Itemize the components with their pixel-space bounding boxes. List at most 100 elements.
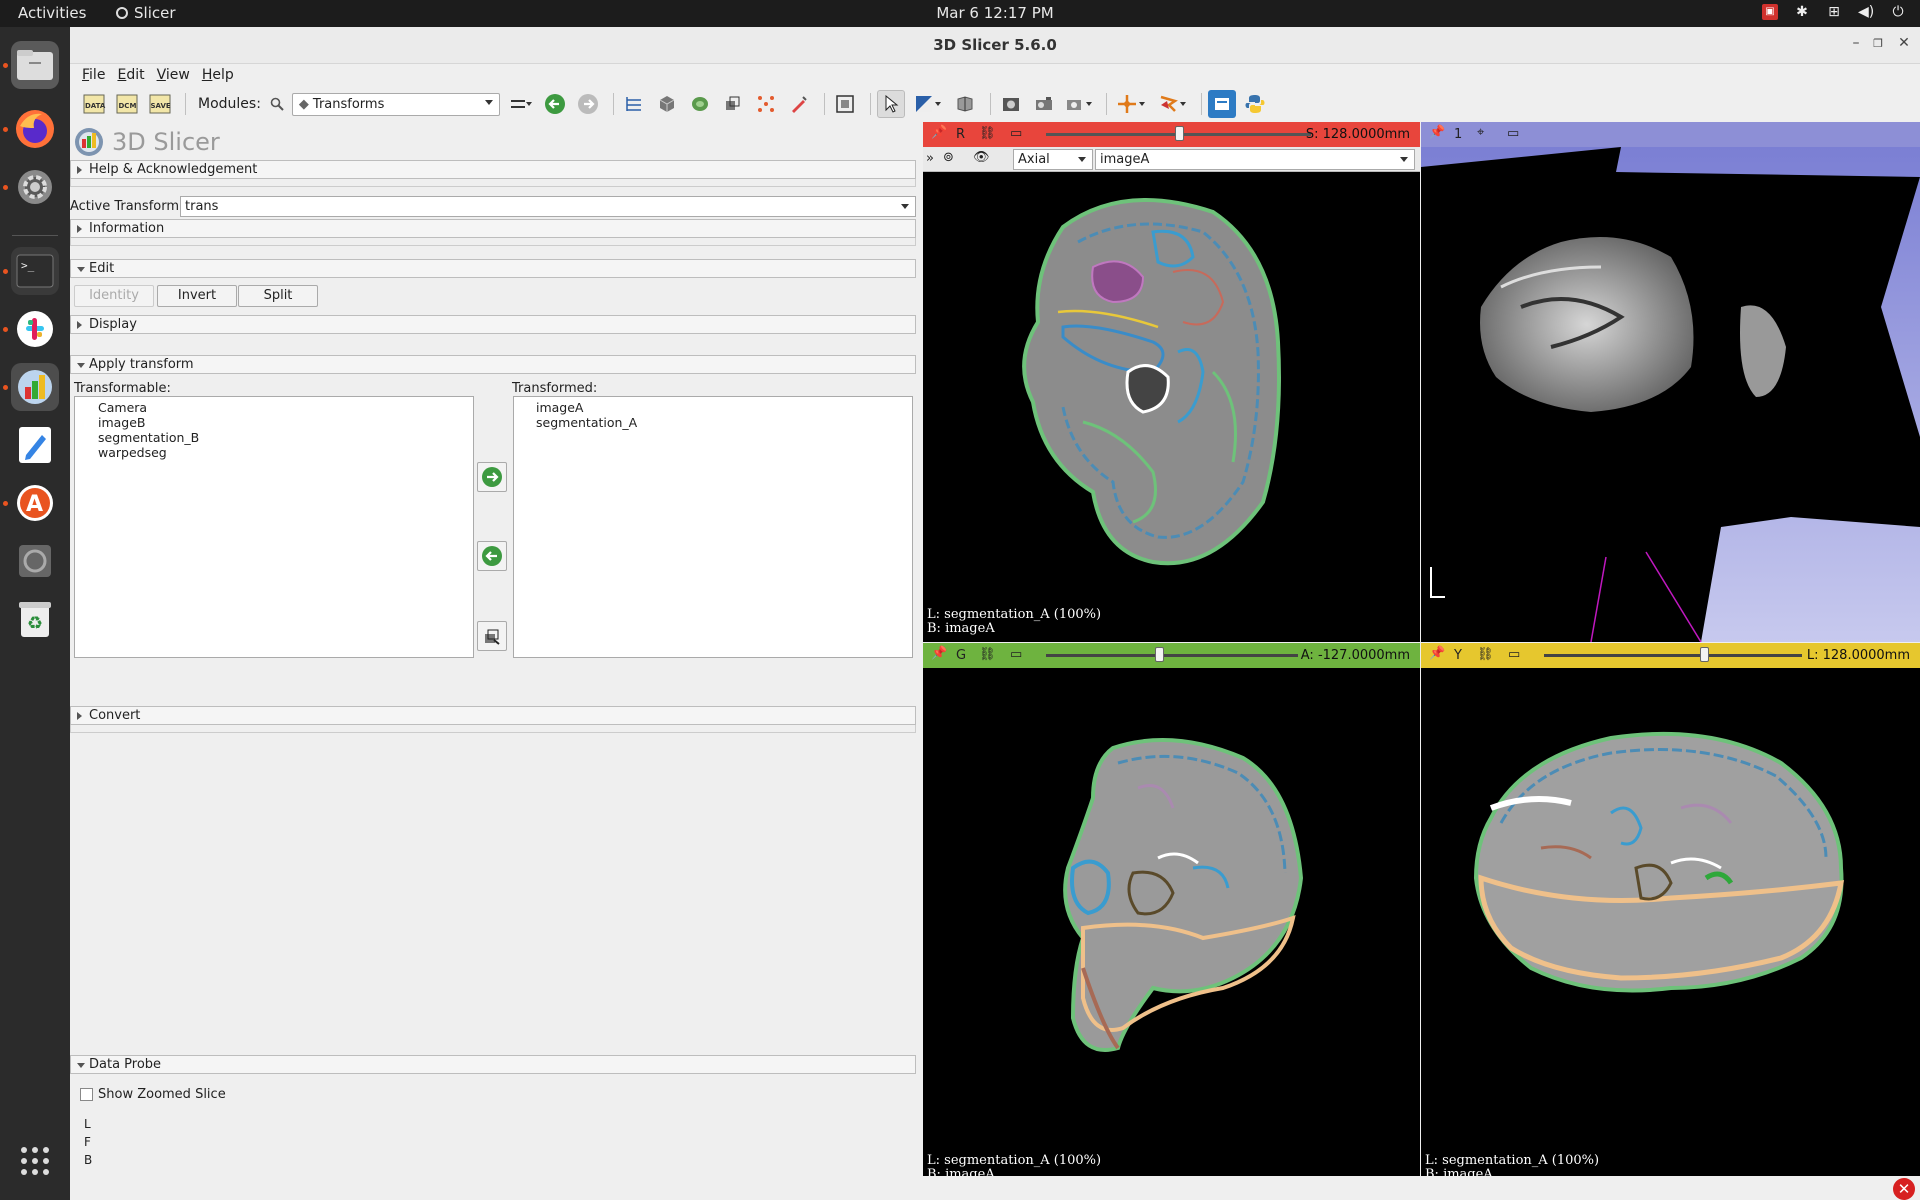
section-apply-transform[interactable]: Apply transform: [70, 355, 916, 374]
slack-tray-icon[interactable]: ✱: [1794, 4, 1810, 20]
link-icon[interactable]: ⛓: [979, 647, 996, 662]
identity-button[interactable]: Identity: [74, 285, 154, 307]
volumes-module-icon[interactable]: [653, 90, 681, 118]
disc-icon[interactable]: [11, 537, 59, 585]
slice-offset-slider-handle[interactable]: [1699, 647, 1709, 662]
split-button[interactable]: Split: [238, 285, 318, 307]
invert-button[interactable]: Invert: [157, 285, 237, 307]
system-tray[interactable]: ▣ ✱ ⊞ ◀) ⏻: [1762, 4, 1906, 20]
recording-indicator-icon[interactable]: ▣: [1762, 4, 1778, 20]
error-log-icon[interactable]: ✕: [1893, 1178, 1915, 1200]
list-item[interactable]: imageB: [75, 415, 473, 430]
harden-transform-button[interactable]: [477, 621, 507, 651]
collapse-subbar-icon[interactable]: »: [926, 151, 934, 166]
data-module-icon[interactable]: [620, 90, 648, 118]
place-fiducial-icon[interactable]: [1113, 90, 1149, 118]
scene-views-dropdown-icon[interactable]: [1063, 90, 1095, 118]
orientation-selector[interactable]: Axial: [1013, 149, 1093, 170]
minimize-button[interactable]: –: [1846, 35, 1866, 51]
visibility-eye-icon[interactable]: 👁: [973, 150, 990, 165]
show-zoomed-slice-checkbox[interactable]: [80, 1088, 93, 1101]
transformed-list[interactable]: imageA segmentation_A: [513, 396, 913, 658]
apply-transform-button[interactable]: [477, 462, 507, 492]
crosshair-toggle-icon[interactable]: [951, 90, 979, 118]
menu-help[interactable]: Help: [196, 64, 240, 88]
section-display[interactable]: Display: [70, 315, 916, 334]
maximize-button[interactable]: ❐: [1868, 37, 1888, 50]
window-titlebar[interactable]: 3D Slicer 5.6.0 – ❐ ✕: [70, 27, 1920, 64]
module-search-icon[interactable]: [267, 90, 287, 118]
remove-transform-button[interactable]: [477, 541, 507, 571]
slack-icon[interactable]: [11, 305, 59, 353]
volume-icon[interactable]: ◀): [1858, 4, 1874, 20]
slicer-icon[interactable]: [11, 363, 59, 411]
forward-arrow-icon[interactable]: [574, 90, 602, 118]
list-item[interactable]: warpedseg: [75, 445, 473, 460]
app-grid-icon[interactable]: [11, 1137, 59, 1185]
list-item[interactable]: Camera: [75, 400, 473, 415]
section-help-acknowledgement[interactable]: Help & Acknowledgement: [70, 160, 916, 179]
close-window-button[interactable]: ✕: [1894, 35, 1914, 51]
slice-offset-slider[interactable]: [1544, 654, 1802, 657]
yellow-slice-view[interactable]: 📌 Y ⛓ ▭ L: 128.0000mm L: segmentation_A …: [1421, 643, 1920, 1188]
trash-icon[interactable]: ♻: [11, 595, 59, 643]
module-history-icon[interactable]: [508, 90, 536, 118]
active-transform-combo[interactable]: trans: [180, 196, 916, 217]
link-icon[interactable]: ⛓: [1477, 647, 1494, 662]
section-edit[interactable]: Edit: [70, 259, 916, 278]
threed-view[interactable]: 📌 1 ⌖ ▭ L: [1421, 122, 1920, 642]
models-module-icon[interactable]: [686, 90, 714, 118]
save-button[interactable]: SAVE: [146, 90, 174, 118]
settings-icon[interactable]: [11, 163, 59, 211]
pin-icon[interactable]: 📌: [1429, 646, 1445, 661]
segment-editor-icon[interactable]: [785, 90, 813, 118]
transformable-list[interactable]: Camera imageB segmentation_B warpedseg: [74, 396, 474, 658]
red-slice-view[interactable]: 📌 R ⛓ ▭ S: 128.0000mm » ⊚ 👁 Axial imageA: [923, 122, 1420, 642]
green-slice-view[interactable]: 📌 G ⛓ ▭ A: -127.0000mm L: segmentation_A…: [923, 643, 1420, 1188]
maximize-view-icon[interactable]: ▭: [1010, 126, 1022, 141]
background-volume-selector[interactable]: imageA: [1095, 149, 1415, 170]
maximize-view-icon[interactable]: ▭: [1010, 647, 1022, 662]
python-console-icon[interactable]: [1241, 90, 1269, 118]
clock[interactable]: Mar 6 12:17 PM: [0, 4, 1920, 22]
power-icon[interactable]: ⏻: [1890, 4, 1906, 20]
menu-view[interactable]: View: [151, 64, 196, 88]
firefox-icon[interactable]: [11, 105, 59, 153]
menu-edit[interactable]: Edit: [111, 64, 150, 88]
window-level-mode-icon[interactable]: [910, 90, 946, 118]
pin-icon[interactable]: 📌: [931, 125, 947, 140]
files-icon[interactable]: [11, 41, 59, 89]
transforms-module-icon-btn[interactable]: [719, 90, 747, 118]
slice-offset-slider[interactable]: [1046, 654, 1298, 657]
section-information[interactable]: Information: [70, 219, 916, 238]
text-editor-icon[interactable]: [11, 421, 59, 469]
menu-file[interactable]: File: [76, 64, 111, 88]
back-arrow-icon[interactable]: [541, 90, 569, 118]
module-selector[interactable]: ◆ Transforms: [291, 92, 500, 116]
slice-offset-slider-handle[interactable]: [1155, 647, 1165, 662]
screenshot-icon[interactable]: [997, 90, 1025, 118]
section-data-probe[interactable]: Data Probe: [70, 1055, 916, 1074]
list-item[interactable]: imageA: [514, 400, 912, 415]
place-markup-icon[interactable]: [1154, 90, 1190, 118]
section-convert[interactable]: Convert: [70, 706, 916, 725]
center-view-icon[interactable]: ⌖: [1477, 125, 1484, 140]
slice-offset-slider-handle[interactable]: [1174, 126, 1184, 141]
software-center-icon[interactable]: A: [11, 479, 59, 527]
extension-manager-icon[interactable]: [831, 90, 859, 118]
markups-module-icon[interactable]: [752, 90, 780, 118]
maximize-view-icon[interactable]: ▭: [1508, 647, 1520, 662]
load-data-button[interactable]: DATA: [80, 90, 108, 118]
link-icon[interactable]: ⛓: [979, 126, 996, 141]
load-dicom-button[interactable]: DCM: [113, 90, 141, 118]
list-item[interactable]: segmentation_B: [75, 430, 473, 445]
list-item[interactable]: segmentation_A: [514, 415, 912, 430]
link-slices-icon[interactable]: ⊚: [943, 150, 954, 165]
maximize-view-icon[interactable]: ▭: [1507, 126, 1519, 141]
pointer-mode-icon[interactable]: [876, 90, 905, 118]
scene-view-icon[interactable]: [1030, 90, 1058, 118]
extensions-catalog-icon[interactable]: [1207, 90, 1236, 118]
pin-icon[interactable]: 📌: [1429, 125, 1445, 140]
pin-icon[interactable]: 📌: [931, 646, 947, 661]
network-icon[interactable]: ⊞: [1826, 4, 1842, 20]
